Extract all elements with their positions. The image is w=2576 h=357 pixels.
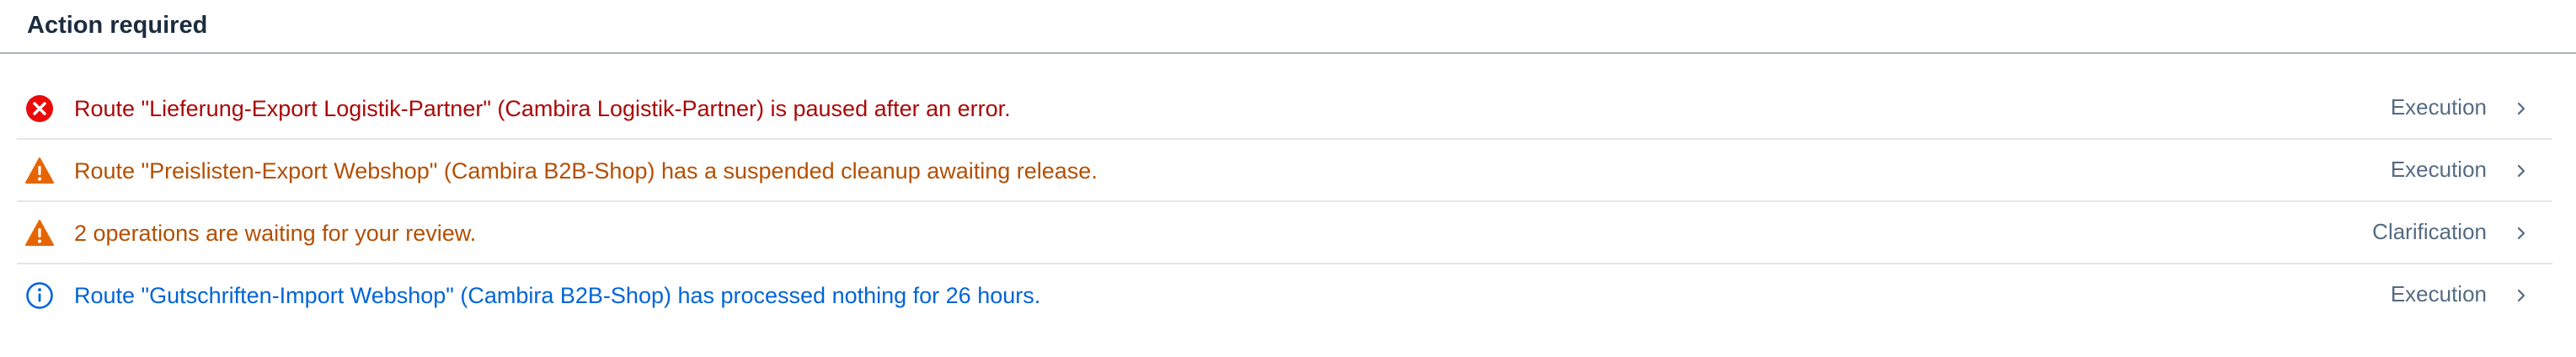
panel-header: Action required [0,0,2576,54]
error-circle-icon [25,94,54,123]
action-list-container: Route "Lieferung-Export Logistik-Partner… [0,54,2576,357]
list-item-category: Execution [2390,94,2487,120]
chevron-right-icon [2509,283,2534,308]
warning-triangle-icon [25,157,54,185]
list-item-error-lieferung-export[interactable]: Route "Lieferung-Export Logistik-Partner… [17,77,2552,140]
list-item-category: Execution [2390,157,2487,182]
chevron-right-icon [2509,96,2534,121]
action-required-panel: Action required Route "Lieferung-Export … [0,0,2576,357]
list-item-info-gutschriften-import[interactable]: Route "Gutschriften-Import Webshop" (Cam… [17,264,2552,325]
list-item-category: Clarification [2372,219,2487,244]
list-item-category: Execution [2390,281,2487,306]
panel-title: Action required [27,12,208,39]
info-circle-icon [25,281,54,310]
list-item-warning-preislisten-export[interactable]: Route "Preislisten-Export Webshop" (Camb… [17,140,2552,202]
list-item-message: 2 operations are waiting for your review… [74,221,477,246]
chevron-right-icon [2509,221,2534,246]
list-item-message: Route "Gutschriften-Import Webshop" (Cam… [74,283,1041,308]
action-list: Route "Lieferung-Export Logistik-Partner… [17,77,2552,325]
warning-triangle-icon [25,219,54,248]
list-item-message: Route "Lieferung-Export Logistik-Partner… [74,96,1011,121]
chevron-right-icon [2509,158,2534,184]
list-item-warning-operations-review[interactable]: 2 operations are waiting for your review… [17,202,2552,264]
list-item-message: Route "Preislisten-Export Webshop" (Camb… [74,158,1098,184]
